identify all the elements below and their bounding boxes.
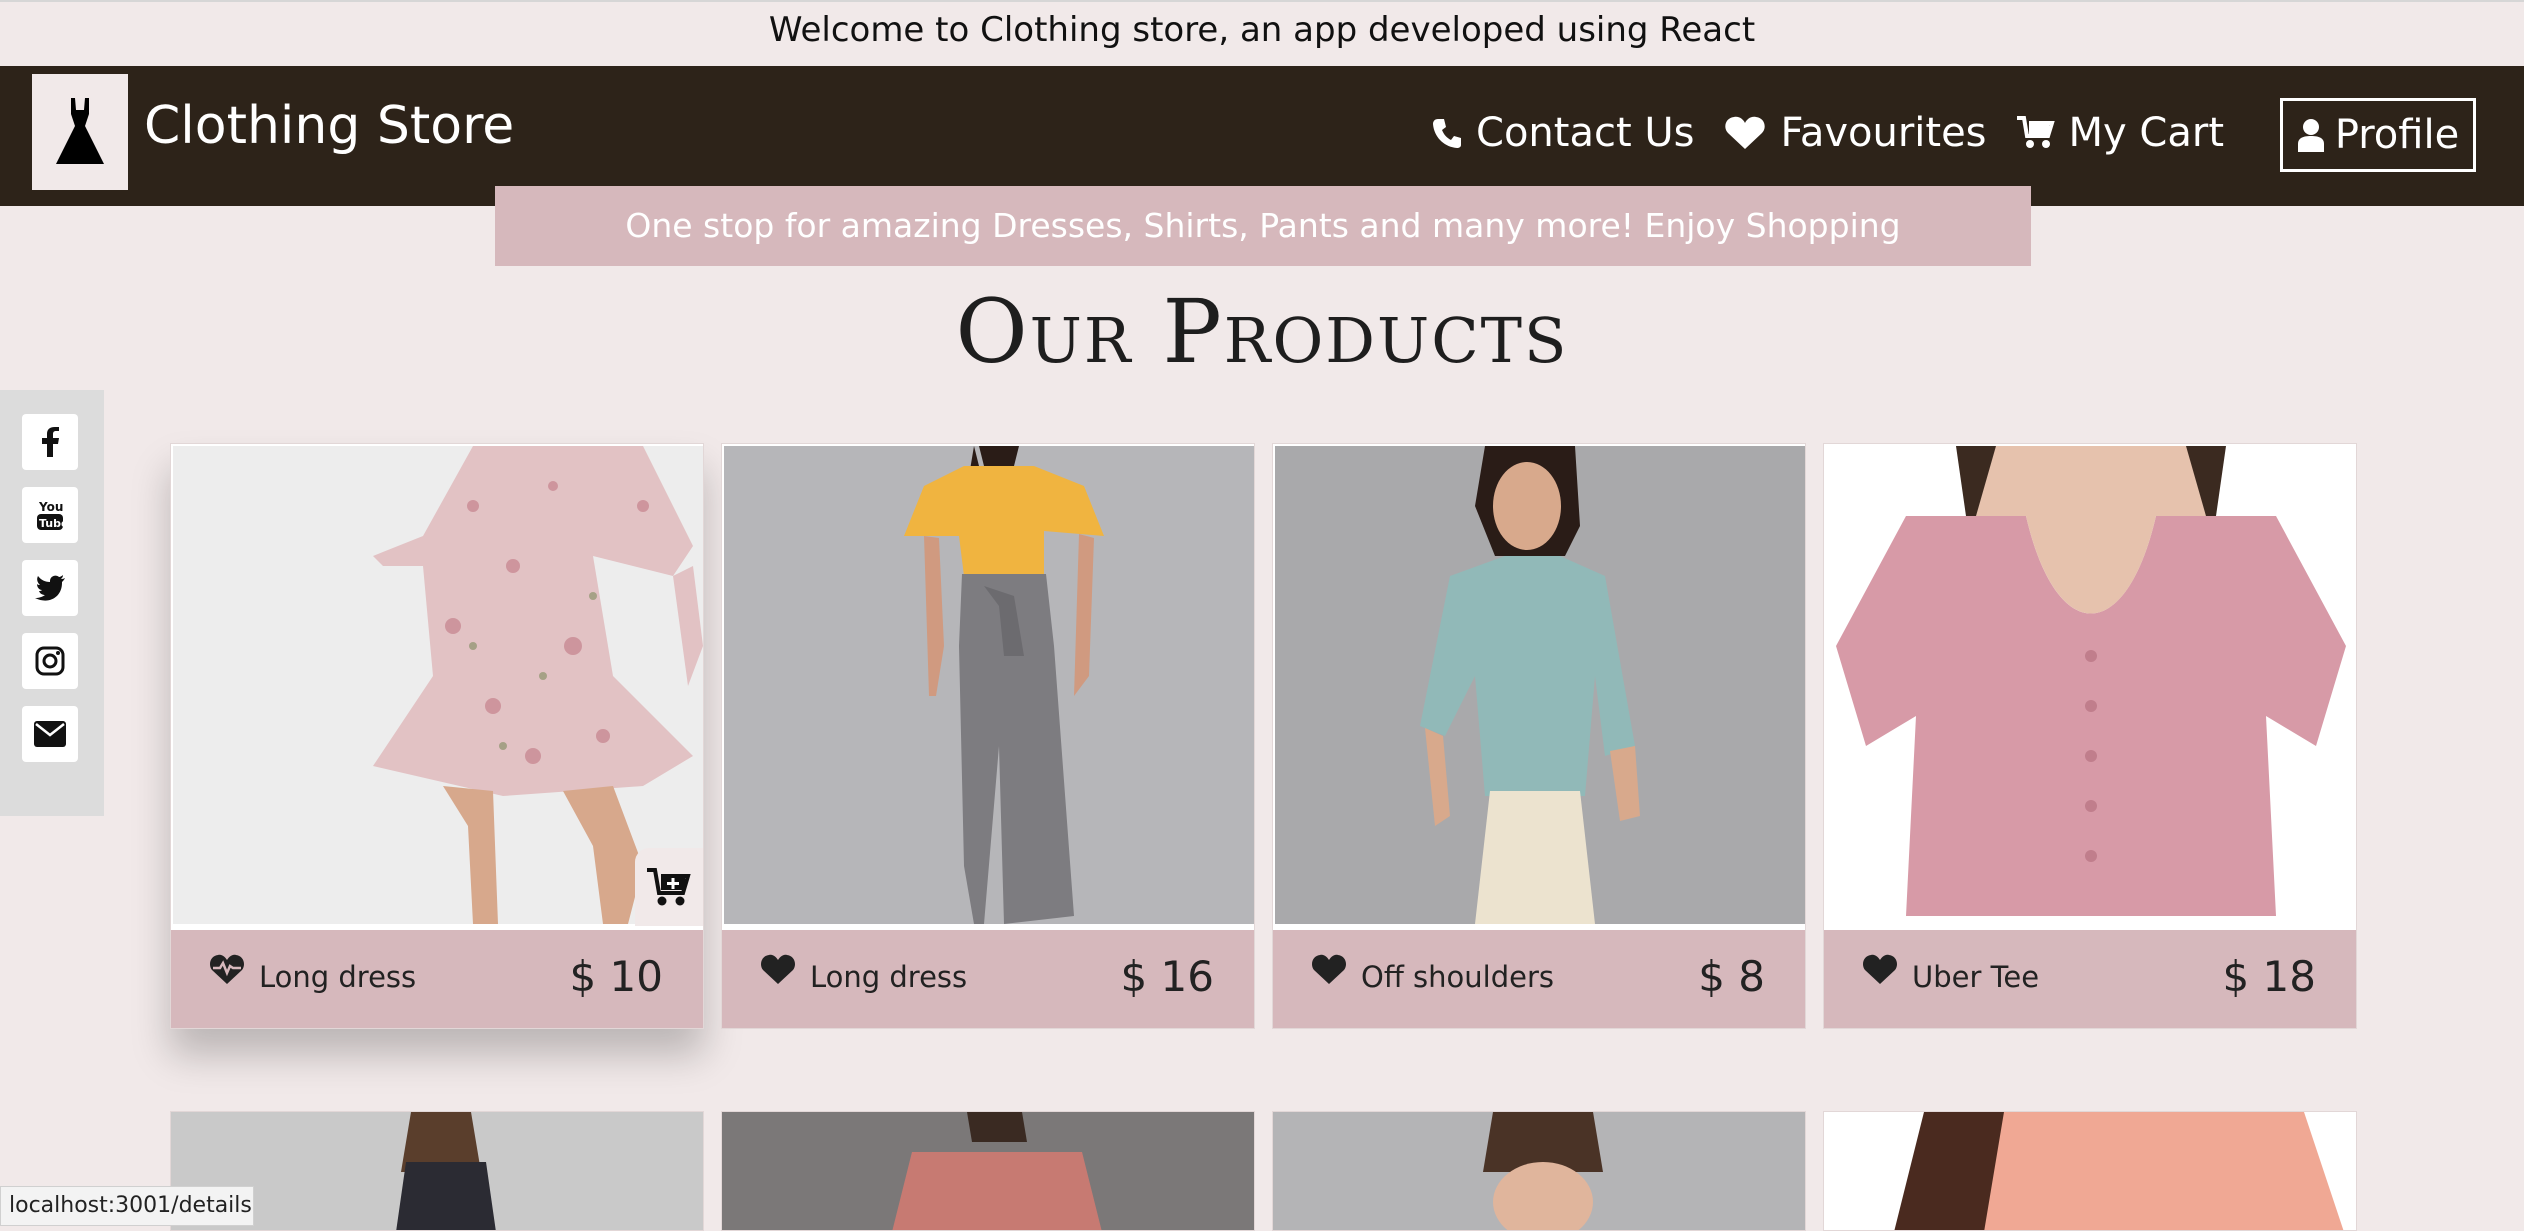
heart-icon: [761, 954, 795, 984]
favourite-toggle[interactable]: [209, 954, 245, 990]
add-to-cart-button[interactable]: [635, 848, 703, 926]
product-image[interactable]: [1824, 1112, 2357, 1231]
social-sidebar: You Tube: [0, 390, 104, 816]
product-price: $ 8: [1698, 952, 1765, 1001]
twitter-button[interactable]: [22, 560, 78, 616]
dress-icon: [56, 98, 104, 164]
product-name: Long dress: [810, 960, 968, 994]
facebook-button[interactable]: [22, 414, 78, 470]
brand-title[interactable]: Clothing Store: [144, 96, 514, 156]
instagram-icon: [35, 646, 65, 676]
envelope-icon: [34, 721, 66, 747]
nav-links: Contact Us Favourites My Cart: [1402, 110, 2224, 156]
nav-favourites-label: Favourites: [1780, 110, 1987, 156]
product-card[interactable]: [1823, 1111, 2357, 1231]
user-icon: [2297, 119, 2324, 152]
favourite-toggle[interactable]: [760, 954, 796, 990]
product-image[interactable]: [722, 1112, 1255, 1231]
product-footer: Long dress $ 10: [171, 930, 703, 1028]
product-image[interactable]: [724, 446, 1254, 924]
heart-icon: [1312, 954, 1346, 984]
favourite-toggle[interactable]: [1311, 954, 1347, 990]
page-title: Our Products: [955, 280, 1569, 383]
product-footer: Off shoulders $ 8: [1273, 930, 1805, 1028]
cart-plus-icon: [647, 868, 691, 906]
product-name: Uber Tee: [1912, 960, 2040, 994]
favourite-toggle[interactable]: [1862, 954, 1898, 990]
svg-text:Tube: Tube: [39, 517, 64, 530]
youtube-icon: You Tube: [37, 500, 64, 530]
product-image[interactable]: [1275, 446, 1805, 924]
navbar: Clothing Store Contact Us Favourites My …: [0, 66, 2524, 206]
product-card[interactable]: [721, 1111, 1255, 1231]
twitter-icon: [35, 575, 65, 601]
email-button[interactable]: [22, 706, 78, 762]
product-price: $ 16: [1120, 952, 1214, 1001]
youtube-button[interactable]: You Tube: [22, 487, 78, 543]
logo[interactable]: [32, 74, 128, 190]
product-image[interactable]: [173, 446, 703, 924]
product-footer: Long dress $ 16: [722, 930, 1254, 1028]
product-name: Off shoulders: [1361, 960, 1554, 994]
product-card[interactable]: [1272, 1111, 1806, 1231]
nav-cart-label: My Cart: [2068, 110, 2224, 156]
nav-contact-label: Contact Us: [1476, 110, 1695, 156]
status-bar-url: localhost:3001/details: [0, 1186, 254, 1226]
heartbeat-icon: [210, 954, 244, 984]
phone-icon: [1433, 119, 1462, 148]
product-price: $ 10: [569, 952, 663, 1001]
instagram-button[interactable]: [22, 633, 78, 689]
product-name: Long dress: [259, 960, 417, 994]
heart-icon: [1863, 954, 1897, 984]
product-card[interactable]: Long dress $ 10: [170, 443, 704, 1029]
tagline-banner: One stop for amazing Dresses, Shirts, Pa…: [495, 186, 2031, 266]
product-card[interactable]: Uber Tee $ 18: [1823, 443, 2357, 1029]
product-card[interactable]: Long dress $ 16: [721, 443, 1255, 1029]
heart-icon: [1725, 116, 1766, 149]
profile-button[interactable]: Profile: [2280, 98, 2476, 172]
product-footer: Uber Tee $ 18: [1824, 930, 2356, 1028]
nav-my-cart[interactable]: My Cart: [2016, 110, 2224, 156]
facebook-icon: [42, 427, 59, 457]
cart-icon: [2016, 116, 2055, 148]
product-price: $ 18: [2222, 952, 2316, 1001]
svg-text:You: You: [38, 500, 63, 514]
welcome-banner: Welcome to Clothing store, an app develo…: [0, 0, 2524, 66]
product-card[interactable]: Off shoulders $ 8: [1272, 443, 1806, 1029]
nav-favourites[interactable]: Favourites: [1724, 110, 1987, 156]
nav-contact-us[interactable]: Contact Us: [1432, 110, 1694, 156]
product-image[interactable]: [1273, 1112, 1806, 1231]
product-image[interactable]: [1826, 446, 2356, 924]
profile-label: Profile: [2334, 112, 2460, 158]
